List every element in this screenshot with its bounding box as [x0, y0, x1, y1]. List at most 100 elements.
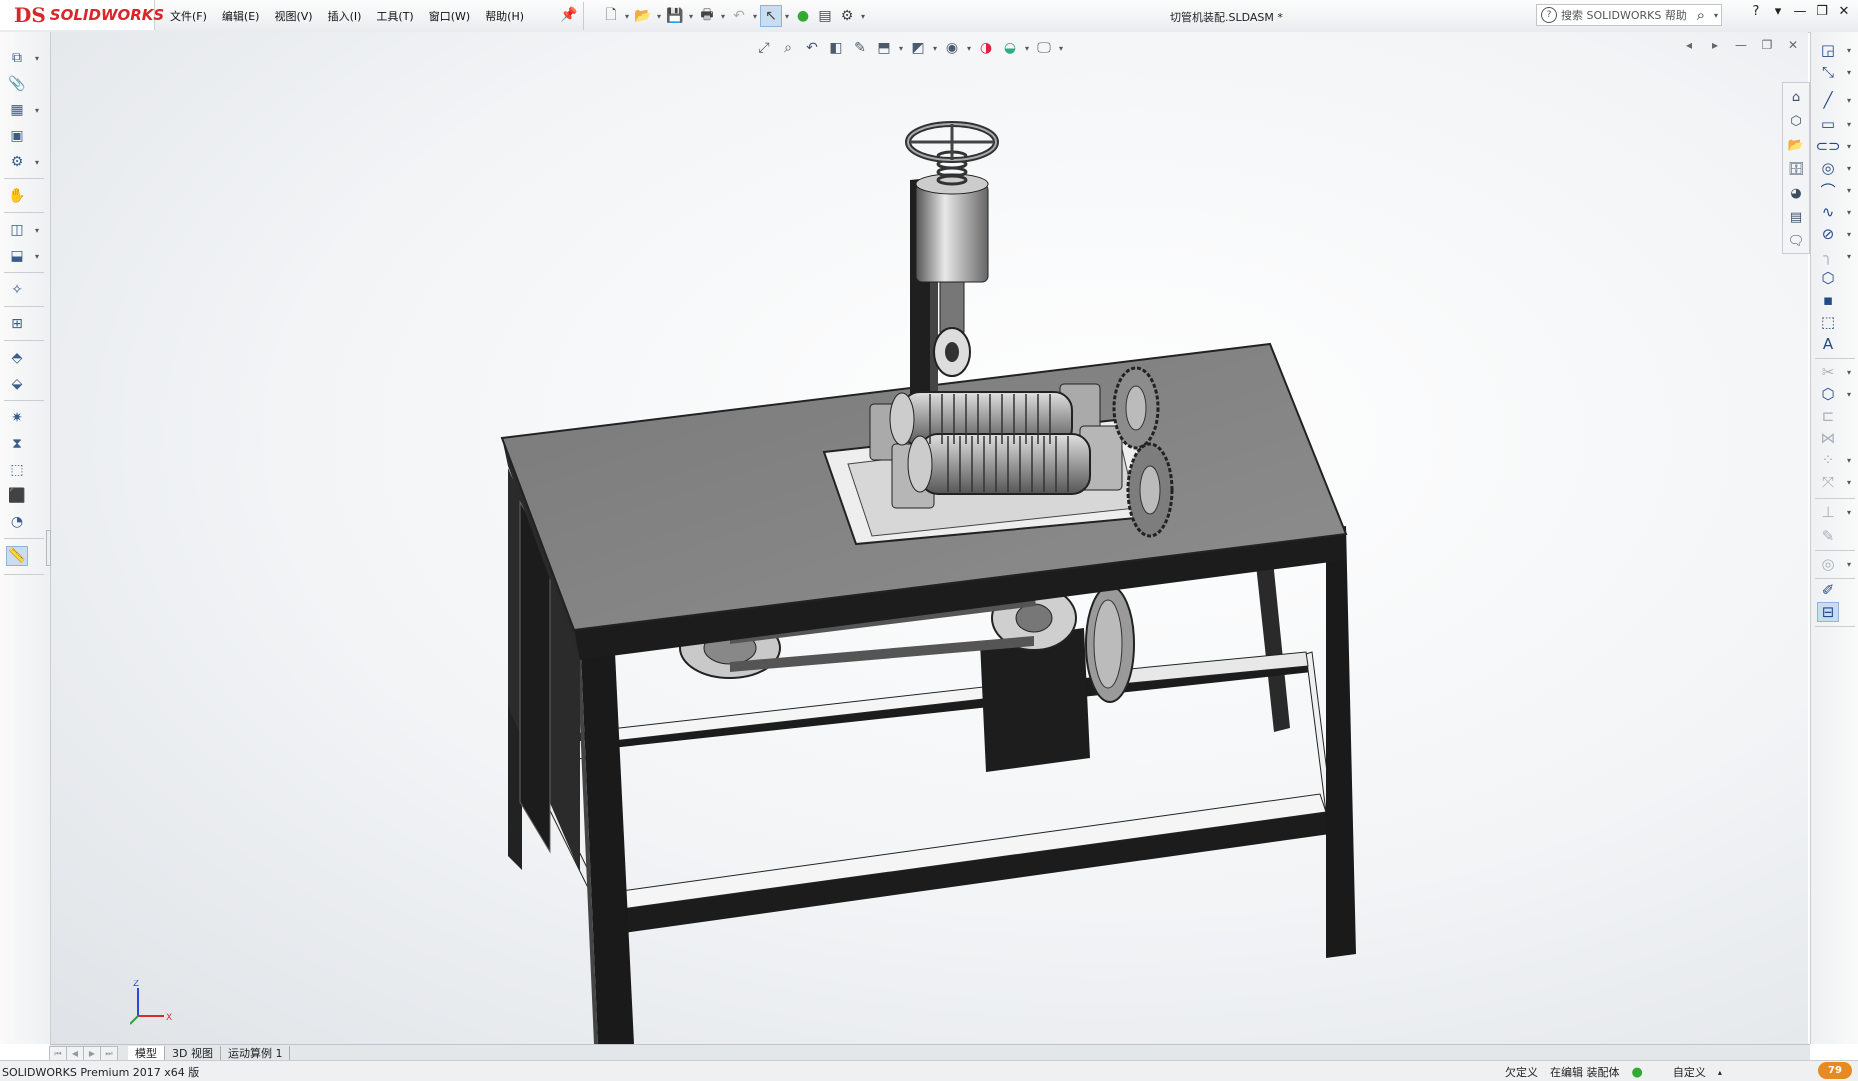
smart-fasteners-caret[interactable]: ▾: [35, 158, 39, 167]
print-dropdown-caret[interactable]: ▾: [718, 12, 728, 21]
rectangle-caret[interactable]: ▾: [1847, 120, 1851, 129]
new-dropdown-caret[interactable]: ▾: [622, 12, 632, 21]
new-document-icon[interactable]: 🗋: [600, 5, 622, 27]
design-library-icon[interactable]: 📂: [1786, 135, 1806, 155]
repair-sketch-icon[interactable]: ✎: [1817, 526, 1839, 546]
tab-prev-icon[interactable]: ◀: [66, 1045, 84, 1061]
file-explorer-icon[interactable]: 🗄: [1786, 159, 1806, 179]
mate-icon[interactable]: 📎: [6, 74, 28, 94]
circle-icon[interactable]: ◎: [1817, 158, 1839, 178]
linear-sketch-pattern-icon[interactable]: ⁘: [1817, 450, 1839, 470]
trim-entities-icon[interactable]: ✂: [1817, 362, 1839, 382]
move-entities-icon[interactable]: ⤧: [1817, 472, 1839, 492]
pattern-caret[interactable]: ▾: [1847, 456, 1851, 465]
rebuild-traffic-light-icon[interactable]: ●: [792, 5, 814, 27]
new-motion-study-icon[interactable]: ⊞: [6, 314, 28, 334]
exploded-view-icon[interactable]: ⬙: [6, 374, 28, 394]
section-view-icon[interactable]: ◧: [824, 37, 848, 59]
view-settings-caret[interactable]: ▾: [1056, 44, 1066, 53]
select-dropdown-caret[interactable]: ▾: [782, 12, 792, 21]
menu-tools[interactable]: 工具(T): [376, 8, 413, 24]
spline-caret[interactable]: ▾: [1847, 208, 1851, 217]
solidworks-logo[interactable]: DS SOLIDWORKS: [0, 0, 164, 30]
search-icon[interactable]: ⌕: [1697, 6, 1705, 24]
dynamic-annotation-icon[interactable]: ✎: [848, 37, 872, 59]
assembly-features-icon[interactable]: ⬓: [6, 246, 28, 266]
tab-motion-study-1[interactable]: 运动算例 1: [221, 1045, 291, 1061]
smart-fasteners-icon[interactable]: ⚙: [6, 152, 28, 172]
insert-component-icon[interactable]: ⧉: [6, 48, 28, 68]
display-style-icon[interactable]: ◩: [906, 37, 930, 59]
smart-dimension-icon[interactable]: ⤡: [1817, 62, 1839, 82]
instant2d-icon[interactable]: ⊟: [1817, 602, 1839, 622]
line-icon[interactable]: ╱: [1817, 90, 1839, 110]
instant3d-icon[interactable]: ✷: [6, 408, 28, 428]
fillet-caret[interactable]: ▾: [1847, 252, 1851, 261]
view-orientation-icon[interactable]: ⬒: [872, 37, 896, 59]
save-icon[interactable]: 💾: [664, 5, 686, 27]
ellipse-caret[interactable]: ▾: [1847, 230, 1851, 239]
tab-last-icon[interactable]: ⏭: [100, 1045, 118, 1061]
convert-entities-icon[interactable]: ⬡: [1817, 384, 1839, 404]
custom-properties-icon[interactable]: ▤: [1786, 207, 1806, 227]
assembly-model[interactable]: [50, 32, 1808, 1044]
snaps-caret[interactable]: ▾: [1847, 560, 1851, 569]
centerline-icon[interactable]: ⬚: [1817, 312, 1839, 332]
tab-model[interactable]: 模型: [128, 1045, 165, 1061]
status-units[interactable]: 自定义: [1673, 1064, 1706, 1080]
search-dropdown-caret[interactable]: ▾: [1711, 11, 1721, 20]
viewport-prev-icon[interactable]: ◂: [1676, 38, 1702, 52]
menu-file[interactable]: 文件(F): [170, 8, 207, 24]
insert-component-caret[interactable]: ▾: [35, 54, 39, 63]
restore-icon[interactable]: ❐: [1811, 4, 1833, 19]
zoom-to-fit-icon[interactable]: ⤢: [752, 37, 776, 59]
move-component-icon[interactable]: ✋: [6, 186, 28, 206]
component-preview-icon[interactable]: ▦: [6, 100, 28, 120]
tab-next-icon[interactable]: ▶: [83, 1045, 101, 1061]
display-delete-relations-icon[interactable]: ⊥: [1817, 502, 1839, 522]
rapid-sketch-icon[interactable]: ✐: [1817, 580, 1839, 600]
forum-icon[interactable]: 🗨: [1786, 231, 1806, 251]
line-caret[interactable]: ▾: [1847, 96, 1851, 105]
options-gear-icon[interactable]: ⚙: [836, 5, 858, 27]
hide-show-items-icon[interactable]: ◉: [940, 37, 964, 59]
view-orientation-caret[interactable]: ▾: [896, 44, 906, 53]
options-dropdown-caret[interactable]: ▾: [858, 12, 868, 21]
arc-caret[interactable]: ▾: [1847, 186, 1851, 195]
home-icon[interactable]: ⌂: [1786, 87, 1806, 107]
appearances-icon[interactable]: ◕: [1786, 183, 1806, 203]
open-file-icon[interactable]: 📂: [632, 5, 654, 27]
arc-icon[interactable]: ⌒: [1817, 180, 1839, 200]
relations-caret[interactable]: ▾: [1847, 508, 1851, 517]
bill-of-materials-icon[interactable]: ⬘: [6, 348, 28, 368]
spline-icon[interactable]: ∿: [1817, 202, 1839, 222]
large-assembly-mode-icon[interactable]: ⬛: [6, 486, 28, 506]
circle-caret[interactable]: ▾: [1847, 164, 1851, 173]
rebuild-status-icon[interactable]: ●: [1632, 1065, 1643, 1080]
component-preview-caret[interactable]: ▾: [35, 106, 39, 115]
viewport-restore-icon[interactable]: ❐: [1754, 38, 1780, 52]
ellipse-icon[interactable]: ⊘: [1817, 224, 1839, 244]
units-caret[interactable]: ▴: [1718, 1068, 1722, 1077]
graphics-viewport[interactable]: X Z: [50, 32, 1808, 1044]
point-icon[interactable]: ▪: [1817, 290, 1839, 310]
edit-appearance-icon[interactable]: ◑: [974, 37, 998, 59]
menu-insert[interactable]: 插入(I): [328, 8, 362, 24]
file-properties-icon[interactable]: ▤: [814, 5, 836, 27]
apply-scene-caret[interactable]: ▾: [1022, 44, 1032, 53]
status-badge[interactable]: 79: [1818, 1062, 1852, 1079]
offset-entities-icon[interactable]: ⊏: [1817, 406, 1839, 426]
open-dropdown-caret[interactable]: ▾: [654, 12, 664, 21]
view-settings-icon[interactable]: 🖵: [1032, 37, 1056, 59]
tab-3d-view[interactable]: 3D 视图: [165, 1045, 221, 1061]
mirror-entities-icon[interactable]: ⋈: [1817, 428, 1839, 448]
sketch-caret[interactable]: ▾: [1847, 46, 1851, 55]
polygon-icon[interactable]: ⬡: [1817, 268, 1839, 288]
interference-detection-icon[interactable]: ◔: [6, 512, 28, 532]
hide-show-caret[interactable]: ▾: [964, 44, 974, 53]
undo-icon[interactable]: ↶: [728, 5, 750, 27]
linear-pattern-icon[interactable]: ▣: [6, 126, 28, 146]
update-speedpak-icon[interactable]: ⧗: [6, 434, 28, 454]
rectangle-icon[interactable]: ▭: [1817, 114, 1839, 134]
help-dropdown-caret[interactable]: ▾: [1767, 4, 1789, 19]
